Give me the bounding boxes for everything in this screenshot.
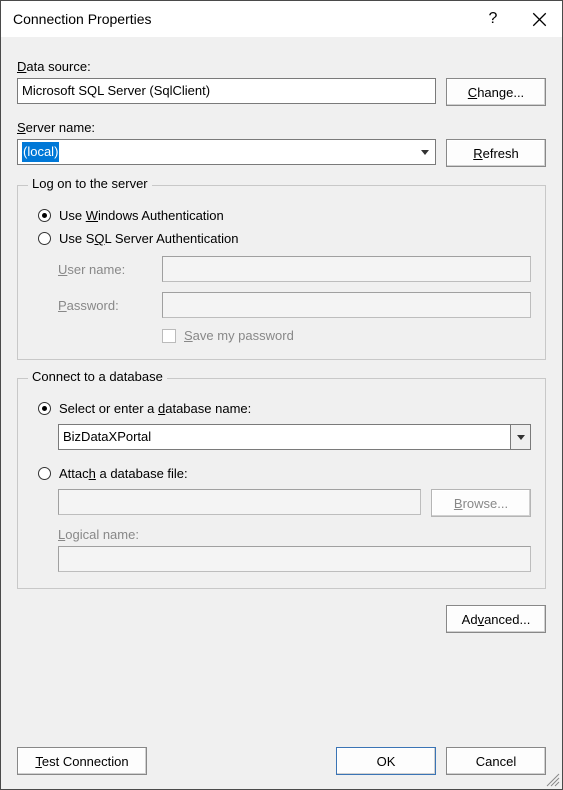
sql-auth-subform: User name: Password: Save my password [58,256,531,343]
data-source-label: Data source: [17,59,546,74]
chevron-down-icon [421,150,429,155]
select-db-radio-row[interactable]: Select or enter a database name: [38,401,531,416]
select-db-label: Select or enter a database name: [59,401,251,416]
window-title: Connection Properties [13,11,470,27]
close-icon [532,12,547,27]
dialog-body: Data source: Microsoft SQL Server (SqlCl… [1,37,562,643]
ok-button[interactable]: OK [336,747,436,775]
username-field [162,256,531,282]
chevron-down-icon [517,435,525,440]
data-source-value: Microsoft SQL Server (SqlClient) [22,81,210,101]
server-name-value: (local) [22,142,59,162]
password-label: Password: [58,298,148,313]
database-name-value: BizDataXPortal [63,427,151,447]
sql-auth-label: Use SQL Server Authentication [59,231,238,246]
windows-auth-radio[interactable] [38,209,51,222]
title-bar: Connection Properties ? [1,1,562,37]
windows-auth-label: Use Windows Authentication [59,208,224,223]
attach-file-radio-row[interactable]: Attach a database file: [38,466,531,481]
attach-path-field [58,489,421,515]
resize-grip-icon [544,771,560,787]
attach-file-radio[interactable] [38,467,51,480]
refresh-button[interactable]: Refresh [446,139,546,167]
advanced-button[interactable]: Advanced... [446,605,546,633]
logon-group: Log on to the server Use Windows Authent… [17,185,546,360]
sql-auth-radio-row[interactable]: Use SQL Server Authentication [38,231,531,246]
logon-group-title: Log on to the server [28,176,152,191]
database-name-dropdown-button[interactable] [510,425,530,449]
close-button[interactable] [516,1,562,37]
select-db-radio[interactable] [38,402,51,415]
windows-auth-radio-row[interactable]: Use Windows Authentication [38,208,531,223]
server-name-dropdown-button[interactable] [415,140,435,164]
help-icon: ? [489,11,498,27]
save-password-checkbox [162,329,176,343]
password-field [162,292,531,318]
server-name-combo[interactable]: (local) [17,139,436,165]
test-connection-button[interactable]: Test Connection [17,747,147,775]
resize-grip[interactable] [544,771,560,787]
browse-button: Browse... [431,489,531,517]
attach-file-label: Attach a database file: [59,466,188,481]
change-button[interactable]: Change... [446,78,546,106]
database-group-title: Connect to a database [28,369,167,384]
logical-name-field [58,546,531,572]
server-name-label: Server name: [17,120,546,135]
database-group: Connect to a database Select or enter a … [17,378,546,589]
database-name-combo[interactable]: BizDataXPortal [58,424,531,450]
logical-name-label: Logical name: [58,527,531,542]
save-password-label: Save my password [184,328,294,343]
sql-auth-radio[interactable] [38,232,51,245]
cancel-button[interactable]: Cancel [446,747,546,775]
data-source-field: Microsoft SQL Server (SqlClient) [17,78,436,104]
username-label: User name: [58,262,148,277]
dialog-button-bar: Test Connection OK Cancel [17,747,546,775]
help-button[interactable]: ? [470,1,516,37]
